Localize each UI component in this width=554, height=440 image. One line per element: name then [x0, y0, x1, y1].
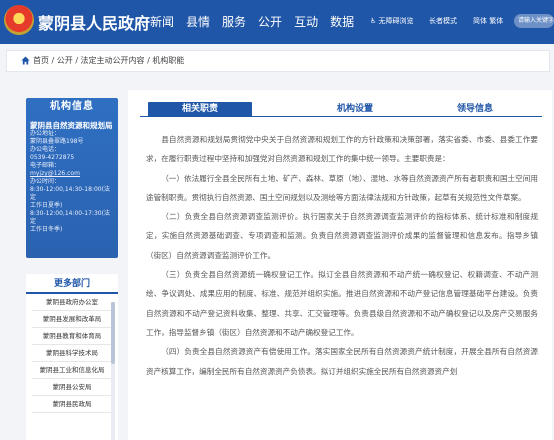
more-departments-title: 更多部门	[26, 274, 118, 294]
dept-link[interactable]: 蒙阴县工业和信息化局	[32, 362, 112, 379]
dept-link[interactable]: 蒙阴县政府办公室	[32, 294, 112, 311]
breadcrumb-path[interactable]: 首页 / 公开 / 法定主动公开内容 / 机构职能	[33, 55, 184, 66]
nav-item-county-info[interactable]: 县情	[186, 13, 210, 30]
duty-paragraph: （三）负责全县自然资源统一确权登记工作。拟订全县自然资源和不动产统一确权登记、权…	[146, 270, 538, 337]
home-icon[interactable]	[21, 56, 30, 65]
accessibility-link[interactable]: ♿ 无障碍浏览	[370, 16, 414, 26]
summer-hours: 8:30-12:00,14:30-18:00(法定	[30, 186, 110, 201]
elder-mode-link[interactable]: 长者模式	[429, 16, 457, 26]
email-link[interactable]: myjzy@126.com	[26, 170, 118, 178]
email-label: 电子邮箱：	[30, 162, 61, 169]
nav-item-public[interactable]: 公开	[258, 13, 282, 30]
duties-text: 县自然资源和规划局贯彻党中央关于自然资源和规划工作的方针政策和决策部署，落实省委…	[146, 130, 538, 381]
search-input[interactable]: 请输入关键字	[514, 14, 554, 28]
nav-item-news[interactable]: 新闻	[150, 13, 174, 30]
phone-label: 办公电话：	[30, 146, 61, 153]
language-switch[interactable]: 简体 繁体	[473, 16, 503, 26]
address-label: 办公地址：	[30, 130, 61, 137]
dept-link[interactable]: 蒙阴县民政局	[32, 396, 112, 413]
site-title[interactable]: 蒙阴县人民政府	[38, 10, 150, 34]
address-value: 蒙阴县叠翠路198号	[30, 138, 84, 145]
duty-paragraph: （四）负责全县自然资源资产有偿使用工作。落实国家全民所有自然资源资产统计制度，开…	[146, 347, 538, 376]
government-emblem-icon	[4, 5, 34, 35]
tab-leaders[interactable]: 领导信息	[420, 102, 530, 117]
more-departments-panel: 更多部门 蒙阴县政府办公室 蒙阴县发展和改革局 蒙阴县教育和体育局 蒙阴县科学技…	[26, 274, 118, 440]
dept-link[interactable]: 蒙阴县公安局	[32, 379, 112, 396]
org-info-title: 机构信息	[50, 101, 94, 112]
tab-duties[interactable]: 相关职责	[148, 102, 252, 117]
summer-hours-note: 工作日夏季)	[30, 202, 63, 209]
winter-hours-note: 工作日冬季)	[30, 226, 63, 233]
duty-paragraph: （二）负责全县自然资源调查监测评价。执行国家关于自然资源调查监测评价的指标体系、…	[146, 212, 538, 260]
org-info-panel: 机构信息 蒙阴县自然资源和规划局 办公地址： 蒙阴县叠翠路198号 办公电话： …	[26, 98, 118, 258]
main-content: 相关职责 机构设置 领导信息 县自然资源和规划局贯彻党中央关于自然资源和规划工作…	[128, 90, 552, 440]
tab-structure[interactable]: 机构设置	[300, 102, 410, 117]
winter-hours: 8:30-12:00,14:00-17:30(法定	[30, 210, 110, 225]
phone-value: 0539-4272875	[30, 154, 75, 161]
hours-label: 办公时间：	[30, 178, 61, 185]
nav-item-data[interactable]: 数据	[330, 13, 354, 30]
main-nav: 新闻 县情 服务 公开 互动 数据	[150, 13, 354, 30]
nav-item-interaction[interactable]: 互动	[294, 13, 318, 30]
dept-scrollbar-thumb[interactable]	[111, 302, 115, 364]
dept-link[interactable]: 蒙阴县科学技术局	[32, 345, 112, 362]
org-name: 蒙阴县自然资源和规划局	[30, 121, 113, 130]
breadcrumb: 首页 / 公开 / 法定主动公开内容 / 机构职能	[6, 50, 550, 72]
intro-paragraph: 县自然资源和规划局贯彻党中央关于自然资源和规划工作的方针政策和决策部署，落实省委…	[146, 135, 538, 164]
site-header: 蒙阴县人民政府 新闻 县情 服务 公开 互动 数据 ♿ 无障碍浏览 长者模式 简…	[0, 0, 554, 44]
tab-divider	[140, 116, 542, 117]
nav-item-services[interactable]: 服务	[222, 13, 246, 30]
dept-link[interactable]: 蒙阴县发展和改革局	[32, 311, 112, 328]
duty-paragraph: （一）依法履行全县全民所有土地、矿产、森林、草原（地）、湿地、水等自然资源资产所…	[146, 173, 538, 202]
dept-link[interactable]: 蒙阴县教育和体育局	[32, 328, 112, 345]
